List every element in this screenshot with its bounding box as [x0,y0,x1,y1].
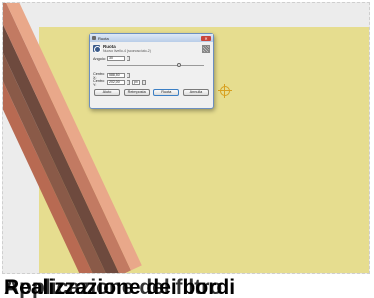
close-button[interactable]: ✕ [201,35,211,41]
angle-label: Angolo: [93,56,106,61]
center-y-label: Centro Y: [93,78,105,87]
unit-select[interactable]: px [132,80,140,85]
caption: Realizzazione dei bordi Applicazione del… [4,276,374,298]
center-x-input[interactable]: 588,50 [107,73,125,78]
angle-row: Angolo: 30 [90,55,213,62]
dialog-header: Ruota Nuovo livello-4 (sconosciuto-2) [90,42,213,55]
dialog-titlebar[interactable]: Ruota ✕ [90,34,213,42]
rotate-button[interactable]: Ruota [153,89,180,96]
rotate-dialog: Ruota ✕ Ruota Nuovo livello-4 (sconosciu… [89,33,214,109]
center-y-row: Centro Y: 202,00 px [90,78,213,87]
caption-text-b: Applicazione del filtro [4,276,223,298]
rotation-center-icon[interactable] [218,84,232,98]
angle-stepper[interactable] [127,56,130,61]
rotate-icon [93,45,101,53]
center-y-stepper[interactable] [127,80,130,85]
help-button[interactable]: Aiuto [94,89,120,96]
preview-thumbnail [202,44,210,53]
angle-input[interactable]: 30 [107,56,125,61]
layer-subtitle: Nuovo livello-4 (sconosciuto-2) [103,49,151,53]
cancel-button[interactable]: Annulla [182,89,209,96]
dialog-title: Ruota [98,35,109,41]
chevron-down-icon[interactable] [142,80,146,85]
angle-slider-handle[interactable] [176,63,181,67]
reset-button[interactable]: Reimposta [123,89,150,96]
dialog-buttons: Aiuto Reimposta Ruota Annulla [90,86,213,96]
angle-slider-row [90,62,213,69]
app-icon [92,36,96,40]
center-y-input[interactable]: 202,00 [107,80,125,85]
angle-slider[interactable] [107,63,204,67]
center-x-stepper[interactable] [127,73,130,78]
center-x-row: Centro X: 588,50 [90,72,213,80]
